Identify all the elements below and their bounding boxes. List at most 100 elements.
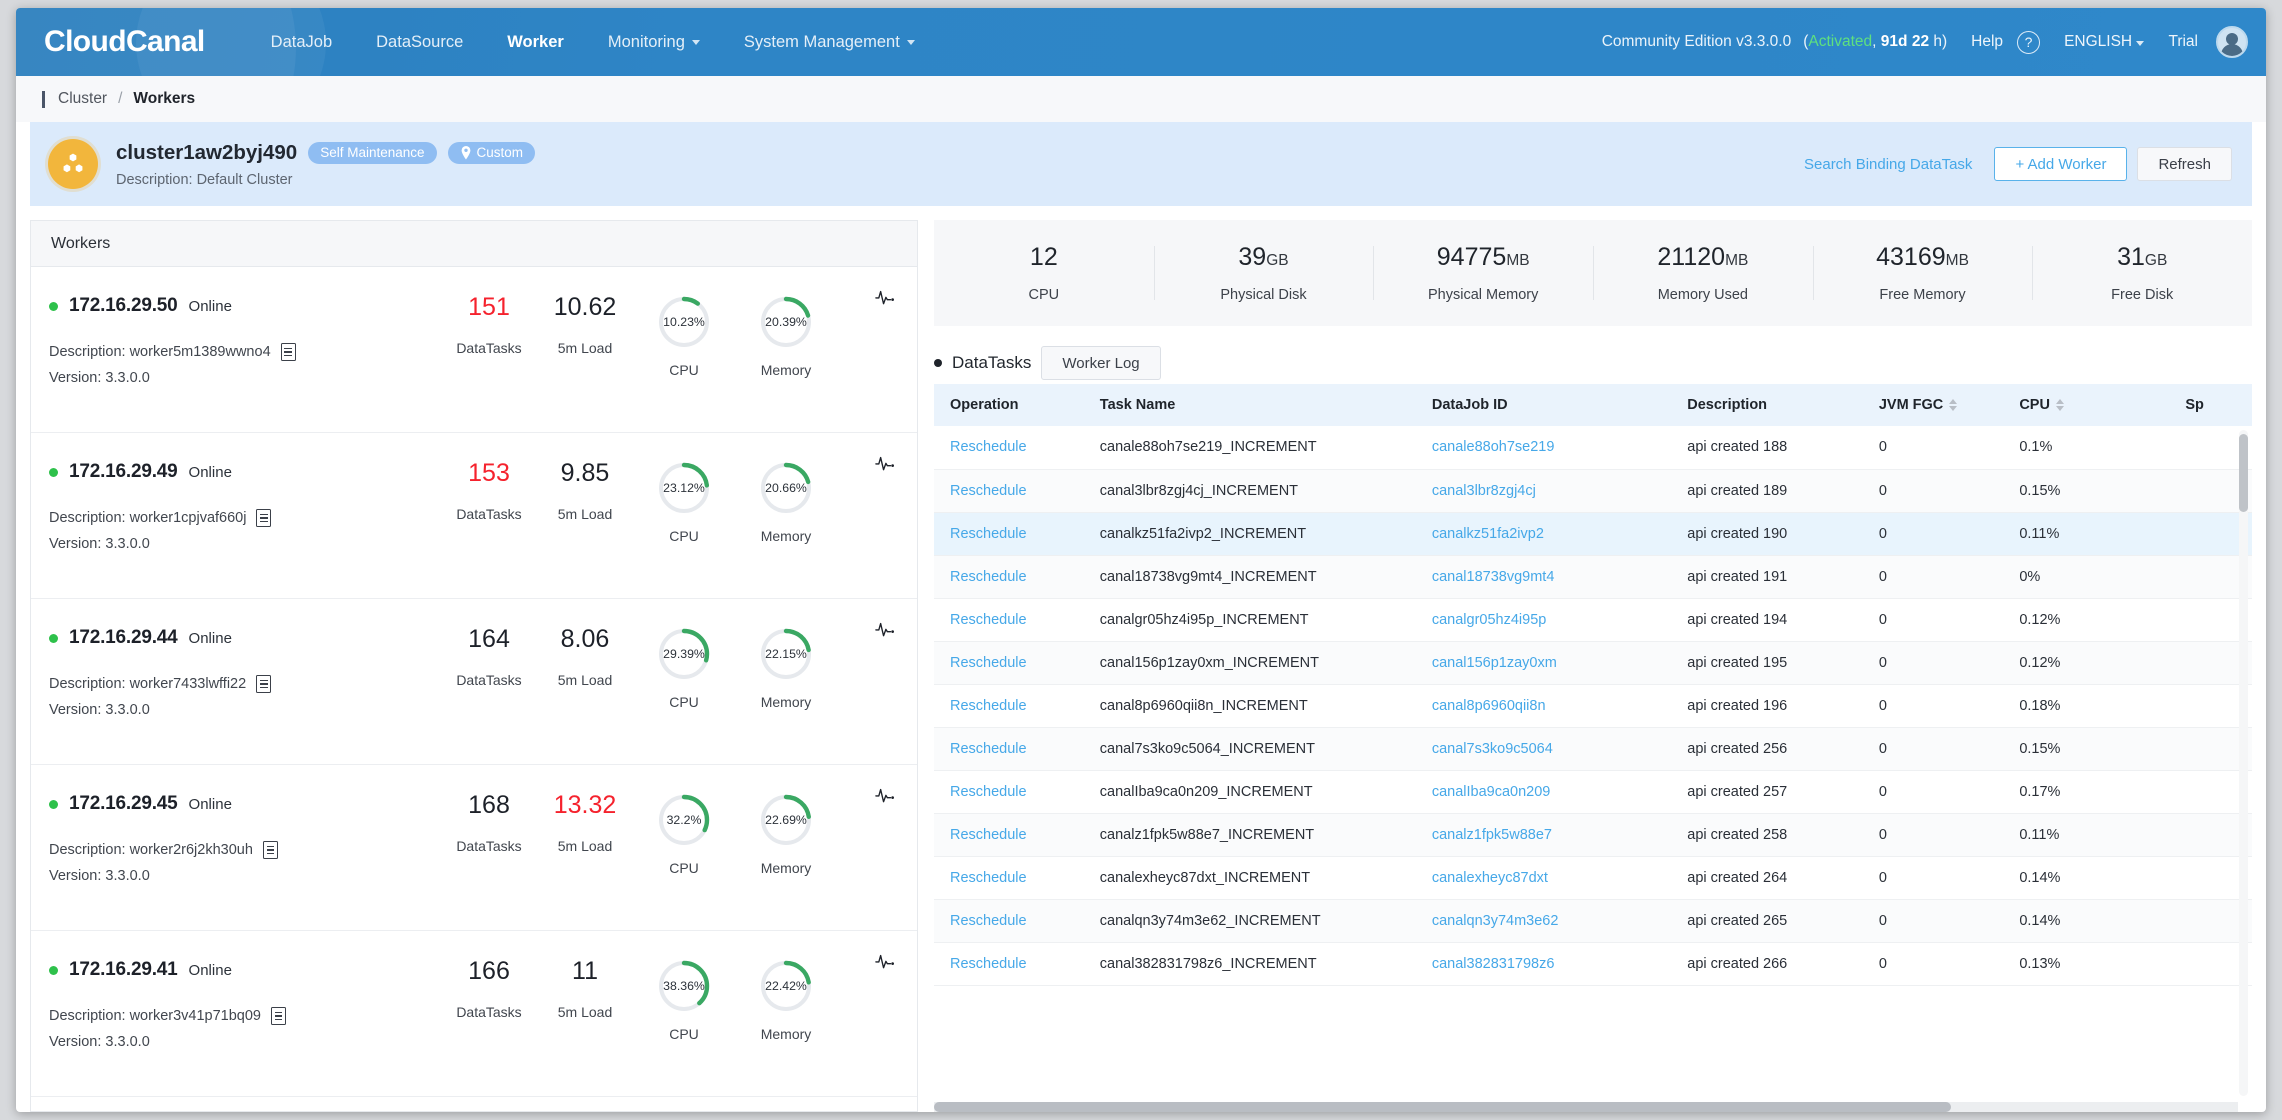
stat-physical-memory: 94775MB Physical Memory	[1373, 243, 1593, 303]
breadcrumb-parent[interactable]: Cluster	[58, 90, 107, 108]
refresh-button[interactable]: Refresh	[2137, 147, 2232, 181]
metric-load: 11 5m Load	[537, 957, 633, 1021]
reschedule-link[interactable]: Reschedule	[934, 856, 1090, 900]
reschedule-link[interactable]: Reschedule	[934, 899, 1090, 943]
worker-list-item[interactable]: 172.16.29.45 Online Description: worker2r6…	[31, 765, 917, 931]
worker-list-item[interactable]: 172.16.29.41 Online Description: worker3v4…	[31, 931, 917, 1097]
worker-list-item[interactable]: 172.16.29.50 Online Description: worker5m1…	[31, 267, 917, 433]
reschedule-link[interactable]: Reschedule	[934, 684, 1090, 728]
nav-item-worker[interactable]: Worker	[485, 8, 586, 76]
cell-datajob-id[interactable]: canal8p6960qii8n	[1421, 684, 1678, 728]
column-header-datajob-id: DataJob ID	[1421, 384, 1678, 426]
cell-datajob-id[interactable]: canal156p1zay0xm	[1421, 641, 1678, 685]
table-row[interactable]: Reschedule canal156p1zay0xm_INCREMENT cana…	[934, 641, 2252, 685]
reschedule-link[interactable]: Reschedule	[934, 598, 1090, 642]
table-horizontal-scrollbar[interactable]	[934, 1102, 2238, 1112]
trial-link[interactable]: Trial	[2168, 33, 2198, 51]
worker-log-button[interactable]: Worker Log	[1041, 346, 1161, 380]
cell-datajob-id[interactable]: canal382831798z6	[1421, 942, 1678, 986]
cell-datajob-id[interactable]: canal18738vg9mt4	[1421, 555, 1678, 599]
load-label: 5m Load	[557, 672, 613, 688]
user-avatar[interactable]	[2216, 26, 2248, 58]
reschedule-link[interactable]: Reschedule	[934, 426, 1090, 470]
help-link[interactable]: Help	[1971, 33, 2003, 51]
search-binding-datatask-link[interactable]: Search Binding DataTask	[1804, 156, 1972, 173]
chevron-down-icon	[691, 39, 700, 45]
add-worker-button[interactable]: + Add Worker	[1994, 147, 2128, 181]
reschedule-link[interactable]: Reschedule	[934, 727, 1090, 771]
table-row[interactable]: Reschedule canalgr05hz4i95p_INCREMENT cana…	[934, 598, 2252, 642]
activity-pulse-icon[interactable]	[875, 455, 895, 476]
sort-arrows-icon[interactable]	[1949, 399, 1958, 412]
cell-datajob-id[interactable]: canalgr05hz4i95p	[1421, 598, 1678, 642]
scrollbar-thumb[interactable]	[2239, 434, 2248, 512]
cell-datajob-id[interactable]: canalexheyc87dxt	[1421, 856, 1678, 900]
worker-list-item[interactable]: 172.16.29.44 Online Description: worker743…	[31, 599, 917, 765]
table-row[interactable]: Reschedule canalkz51fa2ivp2_INCREMENT cana…	[934, 512, 2252, 556]
table-vertical-scrollbar[interactable]	[2239, 430, 2248, 1096]
table-row[interactable]: Reschedule canal18738vg9mt4_INCREMENT cana…	[934, 555, 2252, 599]
table-row[interactable]: Reschedule canal3lbr8zgj4cj_INCREMENT cana…	[934, 469, 2252, 513]
cpu-label: CPU	[669, 362, 699, 378]
worker-version: Version: 3.3.0.0	[49, 370, 150, 386]
cell-jvm-fgc: 0	[1868, 555, 2010, 599]
reschedule-link[interactable]: Reschedule	[934, 942, 1090, 986]
cell-datajob-id[interactable]: canale88oh7se219	[1421, 426, 1678, 470]
worker-description-row: Description: worker2r6j2kh30uh	[49, 841, 441, 859]
document-list-icon[interactable]	[271, 1007, 286, 1025]
cell-datajob-id[interactable]: canalqn3y74m3e62	[1421, 899, 1678, 943]
activity-pulse-icon[interactable]	[875, 621, 895, 642]
cell-jvm-fgc: 0	[1868, 641, 2010, 685]
activity-pulse-icon[interactable]	[875, 953, 895, 974]
nav-item-datasource[interactable]: DataSource	[354, 8, 485, 76]
nav-item-monitoring[interactable]: Monitoring	[586, 8, 722, 76]
horizontal-scrollbar-thumb[interactable]	[934, 1102, 1952, 1112]
table-row[interactable]: Reschedule canale88oh7se219_INCREMENT cana…	[934, 426, 2252, 470]
table-row[interactable]: Reschedule canalqn3y74m3e62_INCREMENT cana…	[934, 899, 2252, 943]
cell-datajob-id[interactable]: canalIba9ca0n209	[1421, 770, 1678, 814]
reschedule-link[interactable]: Reschedule	[934, 512, 1090, 556]
breadcrumb: Cluster / Workers	[16, 76, 2266, 122]
column-header-cpu[interactable]: CPU	[2009, 384, 2176, 426]
column-header-jvm-fgc[interactable]: JVM FGC	[1868, 384, 2010, 426]
reschedule-link[interactable]: Reschedule	[934, 641, 1090, 685]
cell-cpu: 0.15%	[2009, 727, 2176, 771]
nav-item-label: DataJob	[270, 33, 333, 51]
table-row[interactable]: Reschedule canal8p6960qii8n_INCREMENT cana…	[934, 684, 2252, 728]
reschedule-link[interactable]: Reschedule	[934, 770, 1090, 814]
language-selector[interactable]: ENGLISH	[2064, 33, 2145, 51]
table-row[interactable]: Reschedule canal7s3ko9c5064_INCREMENT cana…	[934, 727, 2252, 771]
cell-description: api created 194	[1677, 598, 1869, 642]
sort-arrows-icon[interactable]	[2055, 399, 2064, 412]
reschedule-link[interactable]: Reschedule	[934, 813, 1090, 857]
memory-label: Memory	[760, 860, 812, 876]
document-list-icon[interactable]	[262, 841, 278, 859]
cell-datajob-id[interactable]: canalz1fpk5w88e7	[1421, 813, 1678, 857]
document-list-icon[interactable]	[256, 509, 272, 527]
reschedule-link[interactable]: Reschedule	[934, 555, 1090, 599]
table-row[interactable]: Reschedule canalIba9ca0n209_INCREMENT cana…	[934, 770, 2252, 814]
reschedule-link[interactable]: Reschedule	[934, 469, 1090, 513]
activity-pulse-icon[interactable]	[875, 289, 895, 310]
load-value: 8.06	[560, 625, 610, 653]
document-list-icon[interactable]	[280, 343, 296, 361]
cell-datajob-id[interactable]: canal7s3ko9c5064	[1421, 727, 1678, 771]
table-row[interactable]: Reschedule canalz1fpk5w88e7_INCREMENT cana…	[934, 813, 2252, 857]
document-list-icon[interactable]	[256, 675, 272, 693]
nav-item-datajob[interactable]: DataJob	[249, 8, 354, 76]
worker-list-item[interactable]: 172.16.29.49 Online Description: worker1cp…	[31, 433, 917, 599]
nav-right-cluster: Community Edition v3.3.0.0 (Activated, 9…	[1602, 26, 2266, 58]
question-circle-icon[interactable]: ?	[2017, 30, 2041, 54]
load-value: 11	[572, 957, 598, 985]
cloudcanal-logo[interactable]: CloudCanal	[44, 25, 205, 59]
activity-pulse-icon[interactable]	[875, 787, 895, 808]
table-row[interactable]: Reschedule canalexheyc87dxt_INCREMENT cana…	[934, 856, 2252, 900]
cell-description: api created 195	[1677, 641, 1869, 685]
nav-item-system-management[interactable]: System Management	[722, 8, 937, 76]
worker-status: Online	[188, 795, 232, 813]
table-row[interactable]: Reschedule canal382831798z6_INCREMENT cana…	[934, 942, 2252, 986]
worker-status: Online	[188, 463, 232, 481]
cell-datajob-id[interactable]: canal3lbr8zgj4cj	[1421, 469, 1678, 513]
cell-datajob-id[interactable]: canalkz51fa2ivp2	[1421, 512, 1678, 556]
cell-jvm-fgc: 0	[1868, 813, 2010, 857]
